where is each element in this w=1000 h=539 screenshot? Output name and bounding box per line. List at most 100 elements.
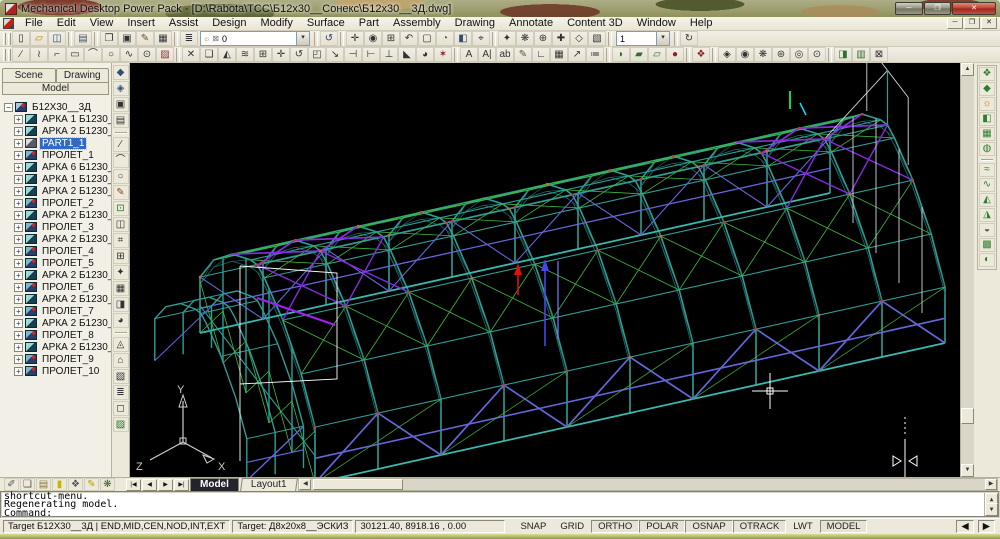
tree-item-пролет-8[interactable]: +ПРОЛЕТ_8 xyxy=(0,329,111,341)
expand-icon[interactable]: + xyxy=(14,319,23,328)
tree-item-арка-1-б1230-2[interactable]: +АРКА 1 Б1230_2 xyxy=(0,173,111,185)
toggle-polar[interactable]: POLAR xyxy=(639,520,685,533)
tree-item-б12x30-3д[interactable]: −Б12X30__3Д xyxy=(0,101,111,113)
scroll-right-icon[interactable]: ▶ xyxy=(985,479,997,490)
maximize-button[interactable]: ❐ xyxy=(924,2,951,15)
toggle-lwt[interactable]: LWT xyxy=(786,520,819,533)
part-modeling-button[interactable]: ◈ xyxy=(718,47,736,62)
sketch-constraints-button[interactable]: ▱ xyxy=(648,47,666,62)
minimize-button[interactable]: ─ xyxy=(895,2,923,15)
tab-model[interactable]: Model xyxy=(2,82,109,95)
next-tab-button[interactable]: ▶ xyxy=(158,479,173,491)
update-assembly-button[interactable]: ▨ xyxy=(113,417,129,432)
chevron-down-icon[interactable]: ▾ xyxy=(296,32,309,45)
render-button[interactable]: ❖ xyxy=(979,67,995,81)
ucs-dialog-button[interactable]: ⌖ xyxy=(472,31,490,46)
zoom-previous-button[interactable]: ↶ xyxy=(400,31,418,46)
preferences-button[interactable]: ⊠ xyxy=(870,47,888,62)
clipboard-panel-button[interactable]: ▤ xyxy=(36,478,51,491)
lights-button[interactable]: ☼ xyxy=(979,97,995,111)
layer-combo[interactable]: ☼⊠0▾ xyxy=(200,31,310,46)
expand-icon[interactable]: + xyxy=(14,175,23,184)
feature-list-button[interactable]: ≣ xyxy=(113,385,129,400)
zoom-realtime-button[interactable]: ◉ xyxy=(364,31,382,46)
assembly-tools-button[interactable]: ✐ xyxy=(4,478,19,491)
power-dimensioning-button[interactable]: ❖ xyxy=(692,47,710,62)
profile-solve-button[interactable]: ⊡ xyxy=(113,201,129,216)
fog-environment-button[interactable]: ≈ xyxy=(979,163,995,177)
tree-item-пролет-7[interactable]: +ПРОЛЕТ_7 xyxy=(0,305,111,317)
toggle-osnap[interactable]: OSNAP xyxy=(685,520,732,533)
feature-edit-button[interactable]: ◉ xyxy=(736,47,754,62)
render-statistics-button[interactable]: ◒ xyxy=(979,223,995,237)
hatch-button[interactable]: ▨ xyxy=(156,47,174,62)
insert-image-button[interactable]: ▤ xyxy=(74,31,92,46)
tree-item-арка-2-б1230-2[interactable]: +АРКА 2 Б1230_2 xyxy=(0,185,111,197)
hole-feature-button[interactable]: ▦ xyxy=(113,281,129,296)
background-button[interactable]: ◍ xyxy=(979,142,995,156)
expand-icon[interactable]: + xyxy=(14,355,23,364)
landscape-edit-button[interactable]: ◭ xyxy=(979,193,995,207)
assembly-constraints-button[interactable]: ◎ xyxy=(790,47,808,62)
construction-line-button[interactable]: ≀ xyxy=(30,47,48,62)
fillet-feature-button[interactable]: ◕ xyxy=(113,313,129,328)
render-scene-button[interactable]: ◨ xyxy=(834,47,852,62)
tree-item-part1-1[interactable]: +PART1_1 xyxy=(0,137,111,149)
check-interference-button[interactable]: ⊙ xyxy=(808,47,826,62)
highlight-toggle-button[interactable]: ▮ xyxy=(52,478,67,491)
ellipse-button[interactable]: ⊙ xyxy=(138,47,156,62)
menu-assembly[interactable]: Assembly xyxy=(386,17,448,30)
expand-icon[interactable]: + xyxy=(14,163,23,172)
child-minimize-button[interactable]: ─ xyxy=(947,17,963,29)
close-button[interactable]: ✕ xyxy=(952,2,996,15)
filter-tree-button[interactable]: ✎ xyxy=(84,478,99,491)
material-edit-button[interactable]: ▥ xyxy=(852,47,870,62)
toggle-visibility-button[interactable]: ◻ xyxy=(113,401,129,416)
menu-view[interactable]: View xyxy=(83,17,121,30)
tab-scene[interactable]: Scene xyxy=(2,68,56,82)
stretch-button[interactable]: ↘ xyxy=(326,47,344,62)
rotate-button[interactable]: ↺ xyxy=(290,47,308,62)
sketch-arc-button[interactable]: ⌒ xyxy=(113,153,129,168)
menu-annotate[interactable]: Annotate xyxy=(502,17,560,30)
expand-icon[interactable]: + xyxy=(14,247,23,256)
measure-distance-button[interactable]: ◇ xyxy=(570,31,588,46)
collapse-icon[interactable]: − xyxy=(4,103,13,112)
horizontal-scrollbar[interactable]: ◀ ▶ xyxy=(298,478,998,491)
single-text-button[interactable]: A xyxy=(460,47,478,62)
menu-part[interactable]: Part xyxy=(352,17,386,30)
bom-database-button[interactable]: ▤ xyxy=(113,113,129,128)
previous-tab-button[interactable]: ◀ xyxy=(142,479,157,491)
tree-item-арка-2-б1230-4[interactable]: +АРКА 2 Б1230_4 xyxy=(0,233,111,245)
toolbar-grip[interactable] xyxy=(3,49,6,61)
expand-icon[interactable]: + xyxy=(14,367,23,376)
explode-button[interactable]: ✶ xyxy=(434,47,452,62)
menu-content-3d[interactable]: Content 3D xyxy=(560,17,630,30)
match-properties-button[interactable]: ✎ xyxy=(136,31,154,46)
extend-button[interactable]: ⊢ xyxy=(362,47,380,62)
dimension-button[interactable]: ∟ xyxy=(532,47,550,62)
menu-drawing[interactable]: Drawing xyxy=(448,17,502,30)
scale-button[interactable]: ◰ xyxy=(308,47,326,62)
point-style-button[interactable]: ✚ xyxy=(552,31,570,46)
copy-to-clipboard-button[interactable]: ❐ xyxy=(100,31,118,46)
layer-manager-button[interactable]: ≣ xyxy=(180,31,198,46)
tree-item-пролет-2[interactable]: +ПРОЛЕТ_2 xyxy=(0,197,111,209)
tree-item-пролет-6[interactable]: +ПРОЛЕТ_6 xyxy=(0,281,111,293)
menu-help[interactable]: Help xyxy=(683,17,720,30)
arc-button[interactable]: ⌒ xyxy=(84,47,102,62)
tree-item-арка-2-б1230-8[interactable]: +АРКА 2 Б1230_8 xyxy=(0,317,111,329)
child-restore-button[interactable]: ❐ xyxy=(964,17,980,29)
horizontal-scroll-thumb[interactable] xyxy=(313,479,403,490)
toggle-otrack[interactable]: OTRACK xyxy=(733,520,787,533)
expand-icon[interactable]: + xyxy=(14,115,23,124)
new-part-button[interactable]: ◆ xyxy=(113,65,129,80)
command-scrollbar[interactable]: ▲ ▼ xyxy=(984,493,998,516)
navigator-button[interactable]: ❖ xyxy=(68,478,83,491)
tree-item-арка-1-б1230-1[interactable]: +АРКА 1 Б1230_1 xyxy=(0,113,111,125)
tree-item-пролет-9[interactable]: +ПРОЛЕТ_9 xyxy=(0,353,111,365)
chevron-down-icon[interactable]: ▾ xyxy=(656,32,669,45)
landscape-library-button[interactable]: ◮ xyxy=(979,208,995,222)
text-style-button[interactable]: ✎ xyxy=(514,47,532,62)
work-axis-button[interactable]: ⌂ xyxy=(113,353,129,368)
